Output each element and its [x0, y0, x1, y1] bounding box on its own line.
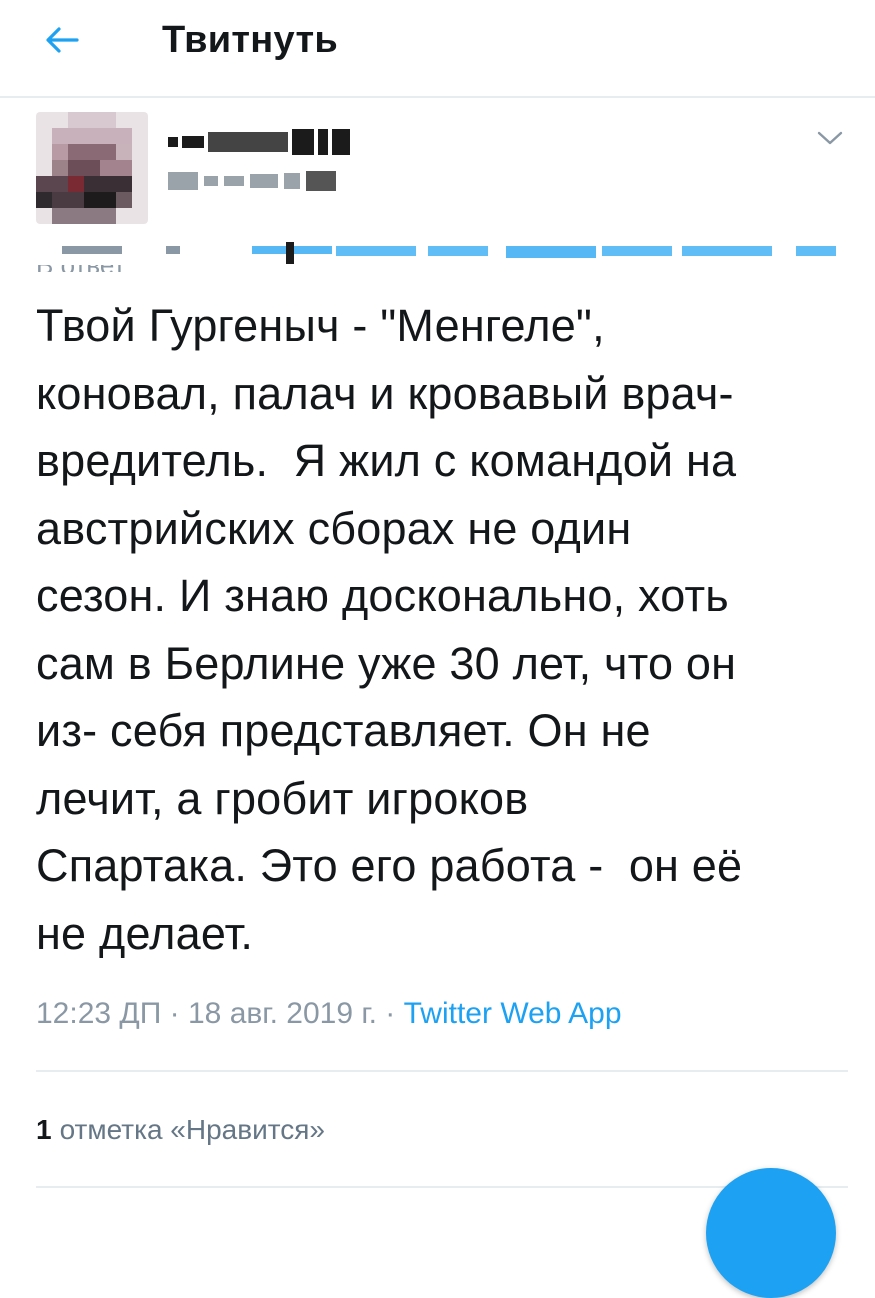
tweet-time: 12:23 ДП	[36, 997, 162, 1030]
likes-count: 1	[36, 1114, 52, 1145]
arrow-left-icon	[46, 27, 79, 53]
tweet-source-link[interactable]: Twitter Web App	[404, 997, 622, 1030]
header-divider	[0, 96, 875, 98]
divider	[36, 1070, 848, 1072]
meta-separator: ·	[385, 997, 396, 1030]
author-handle	[168, 170, 336, 192]
chevron-down-icon	[817, 131, 843, 145]
replying-to: В ответ	[36, 238, 836, 272]
more-options-button[interactable]	[812, 124, 848, 152]
page-title: Твитнуть	[162, 19, 339, 61]
author-name[interactable]	[168, 128, 350, 156]
back-button[interactable]	[44, 22, 80, 58]
compose-tweet-button[interactable]	[706, 1168, 836, 1298]
reply-label: В ответ	[36, 250, 126, 272]
tweet-meta: 12:23 ДП · 18 авг. 2019 г. · Twitter Web…	[36, 994, 622, 1034]
app-header: Твитнуть	[0, 0, 875, 98]
tweet-date: 18 авг. 2019 г.	[187, 997, 377, 1030]
likes-label: отметка «Нравится»	[59, 1114, 325, 1145]
meta-separator: ·	[169, 997, 180, 1030]
likes-link[interactable]: 1 отметка «Нравится»	[36, 1112, 325, 1148]
avatar[interactable]	[36, 112, 148, 224]
tweet-text: Твой Гургеныч - "Менгеле", коновал, пала…	[36, 300, 743, 959]
